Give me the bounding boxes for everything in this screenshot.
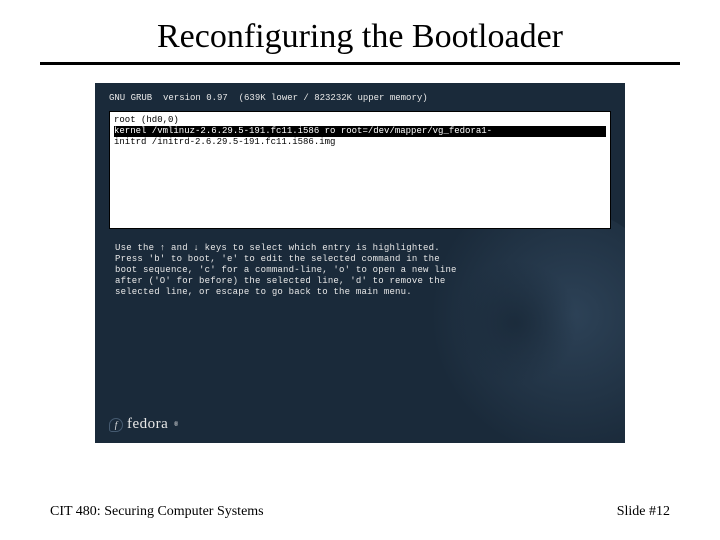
grub-menu-box[interactable]: root (hd0,0) kernel /vmlinuz-2.6.29.5-19… <box>109 111 611 229</box>
fedora-logo-icon: f <box>109 418 123 432</box>
grub-menu-line[interactable]: root (hd0,0) <box>114 115 606 126</box>
fedora-brand: f fedora ® <box>109 416 178 433</box>
slide-title: Reconfiguring the Bootloader <box>40 18 680 56</box>
footer-slide-number: Slide #12 <box>617 504 670 520</box>
slide: Reconfiguring the Bootloader GNU GRUB ve… <box>0 0 720 540</box>
grub-menu-line[interactable]: initrd /initrd-2.6.29.5-191.fc11.i586.im… <box>114 137 606 148</box>
grub-help-text: Use the ↑ and ↓ keys to select which ent… <box>109 243 611 298</box>
trademark-icon: ® <box>174 421 178 428</box>
fedora-wordmark: fedora <box>127 416 168 433</box>
grub-menu-line-selected[interactable]: kernel /vmlinuz-2.6.29.5-191.fc11.i586 r… <box>114 126 606 137</box>
continuation-arrow-icon: → <box>599 126 604 137</box>
grub-screen: GNU GRUB version 0.97 (639K lower / 8232… <box>95 83 625 443</box>
grub-header: GNU GRUB version 0.97 (639K lower / 8232… <box>109 93 611 103</box>
slide-footer: CIT 480: Securing Computer Systems Slide… <box>0 504 720 520</box>
screenshot-container: GNU GRUB version 0.97 (639K lower / 8232… <box>40 83 680 443</box>
footer-course: CIT 480: Securing Computer Systems <box>50 504 264 520</box>
grub-content: GNU GRUB version 0.97 (639K lower / 8232… <box>95 83 625 308</box>
title-rule <box>40 62 680 65</box>
